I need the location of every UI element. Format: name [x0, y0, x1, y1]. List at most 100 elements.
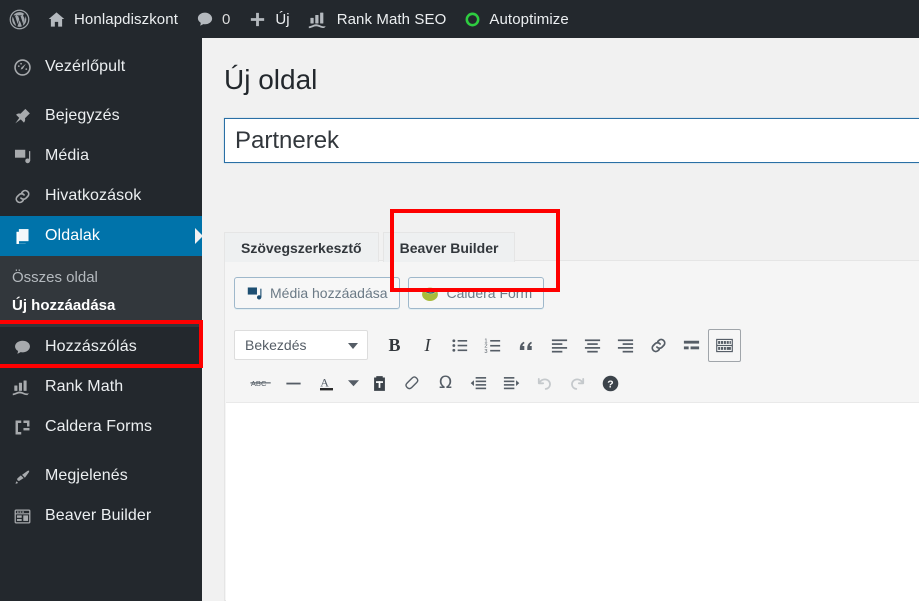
format-select[interactable]: Bekezdés: [234, 330, 368, 360]
caldera-icon: [12, 417, 32, 437]
redo-icon: [568, 374, 587, 393]
submenu-item-label: Új hozzáadása: [12, 296, 116, 314]
dashboard-icon: [12, 57, 32, 77]
comment-icon: [196, 10, 214, 28]
sidebar-item-media[interactable]: Média: [0, 136, 202, 176]
new-content-menu[interactable]: Új: [239, 0, 298, 38]
page-title-input[interactable]: [225, 119, 919, 162]
rank-math-icon: [308, 10, 329, 29]
editor-container: Média hozzáadása Caldera Form Bekezdés B…: [224, 260, 919, 601]
plus-icon: [248, 10, 267, 29]
tab-text-editor[interactable]: Szövegszerkesztő: [224, 232, 379, 262]
clear-formatting-icon: [403, 374, 422, 393]
comments-count: 0: [221, 10, 231, 28]
blockquote-button[interactable]: [510, 329, 543, 362]
bold-icon: B: [388, 334, 401, 355]
page-title: Új oldal: [224, 64, 318, 95]
home-icon: [47, 10, 66, 29]
submenu-item-all-pages[interactable]: Összes oldal: [0, 263, 202, 291]
add-media-button[interactable]: Média hozzáadása: [234, 277, 400, 309]
redo-button[interactable]: [561, 367, 594, 400]
caldera-logo-icon: [420, 285, 440, 302]
sidebar-item-appearance[interactable]: Megjelenés: [0, 456, 202, 496]
indent-button[interactable]: [495, 367, 528, 400]
paste-as-text-button[interactable]: [363, 367, 396, 400]
rank-math-seo-label: Rank Math SEO: [336, 10, 447, 28]
sidebar-item-dashboard[interactable]: Vezérlőpult: [0, 47, 202, 87]
numbered-list-button[interactable]: 1 2 3: [477, 329, 510, 362]
comments-menu[interactable]: 0: [187, 0, 239, 38]
text-color-button[interactable]: A: [310, 367, 343, 400]
svg-text:?: ?: [607, 379, 613, 390]
autoptimize-label: Autoptimize: [489, 10, 569, 28]
appearance-icon: [12, 466, 32, 486]
autoptimize-icon: [464, 11, 481, 28]
sidebar-item-posts[interactable]: Bejegyzés: [0, 96, 202, 136]
align-right-button[interactable]: [609, 329, 642, 362]
wordpress-logo-menu[interactable]: [0, 0, 38, 38]
admin-sidebar-menu: Vezérlőpult Bejegyzés Média Hivatkozások…: [0, 38, 203, 601]
svg-text:3: 3: [484, 348, 487, 354]
horizontal-rule-button[interactable]: [277, 367, 310, 400]
sidebar-item-label: Beaver Builder: [45, 507, 152, 524]
sidebar-item-label: Rank Math: [45, 378, 124, 395]
sidebar-item-rank-math[interactable]: Rank Math: [0, 367, 202, 407]
align-center-button[interactable]: [576, 329, 609, 362]
bold-button[interactable]: B: [378, 329, 411, 362]
special-character-icon: Ω: [439, 373, 452, 393]
read-more-button[interactable]: [675, 329, 708, 362]
editor-toolbars: Bekezdés B I 1 2 3 ABC A Ω ?: [226, 323, 919, 405]
insert-link-button[interactable]: [642, 329, 675, 362]
link-icon: [12, 186, 32, 206]
align-right-icon: [616, 336, 635, 355]
align-left-button[interactable]: [543, 329, 576, 362]
editor-content-area[interactable]: [226, 402, 919, 601]
pin-icon: [12, 106, 32, 126]
sidebar-item-label: Hozzászólás: [45, 338, 137, 355]
svg-text:A: A: [320, 376, 329, 390]
sidebar-item-label: Vezérlőpult: [45, 58, 126, 75]
main-content-area: Új oldal Szövegszerkesztő Beaver Builder…: [202, 38, 919, 601]
autoptimize-menu[interactable]: Autoptimize: [455, 0, 577, 38]
indent-icon: [502, 374, 521, 393]
special-character-button[interactable]: Ω: [429, 367, 462, 400]
submenu-item-add-new[interactable]: Új hozzáadása: [0, 291, 202, 319]
tab-beaver-builder[interactable]: Beaver Builder: [382, 232, 516, 262]
sidebar-item-beaver-builder[interactable]: Beaver Builder: [0, 496, 202, 536]
format-select-value: Bekezdés: [245, 337, 307, 353]
caldera-form-button[interactable]: Caldera Form: [407, 277, 545, 309]
caldera-form-label: Caldera Form: [446, 285, 533, 301]
submenu-item-label: Összes oldal: [12, 268, 98, 286]
sidebar-item-links[interactable]: Hivatkozások: [0, 176, 202, 216]
site-name-label: Honlapdiszkont: [74, 10, 178, 28]
text-color-icon: A: [317, 373, 337, 393]
strikethrough-icon: ABC: [249, 375, 272, 391]
keyboard-shortcuts-button[interactable]: ?: [594, 367, 627, 400]
italic-button[interactable]: I: [411, 329, 444, 362]
site-name-menu[interactable]: Honlapdiszkont: [38, 0, 187, 38]
rank-math-seo-menu[interactable]: Rank Math SEO: [299, 0, 456, 38]
undo-button[interactable]: [528, 367, 561, 400]
media-icon: [246, 285, 263, 302]
clear-formatting-button[interactable]: [396, 367, 429, 400]
chevron-down-icon: [348, 343, 358, 349]
wordpress-logo-icon: [9, 9, 30, 30]
outdent-button[interactable]: [462, 367, 495, 400]
read-more-icon: [682, 336, 701, 355]
align-left-icon: [550, 336, 569, 355]
italic-icon: I: [424, 334, 431, 355]
sidebar-item-comments[interactable]: Hozzászólás: [0, 327, 202, 367]
blockquote-icon: [517, 336, 536, 355]
sidebar-item-label: Média: [45, 147, 90, 164]
strikethrough-button[interactable]: ABC: [244, 367, 277, 400]
admin-bar: Honlapdiszkont 0 Új Rank Math SEO Autopt…: [0, 0, 919, 38]
paste-as-text-icon: [370, 374, 389, 393]
bullet-list-button[interactable]: [444, 329, 477, 362]
keyboard-shortcuts-icon: ?: [601, 374, 620, 393]
sidebar-item-pages[interactable]: Oldalak: [0, 216, 203, 256]
undo-icon: [535, 374, 554, 393]
kitchen-sink-button[interactable]: [708, 328, 741, 362]
sidebar-item-caldera-forms[interactable]: Caldera Forms: [0, 407, 202, 447]
text-color-dropdown-button[interactable]: [343, 367, 363, 400]
outdent-icon: [469, 374, 488, 393]
